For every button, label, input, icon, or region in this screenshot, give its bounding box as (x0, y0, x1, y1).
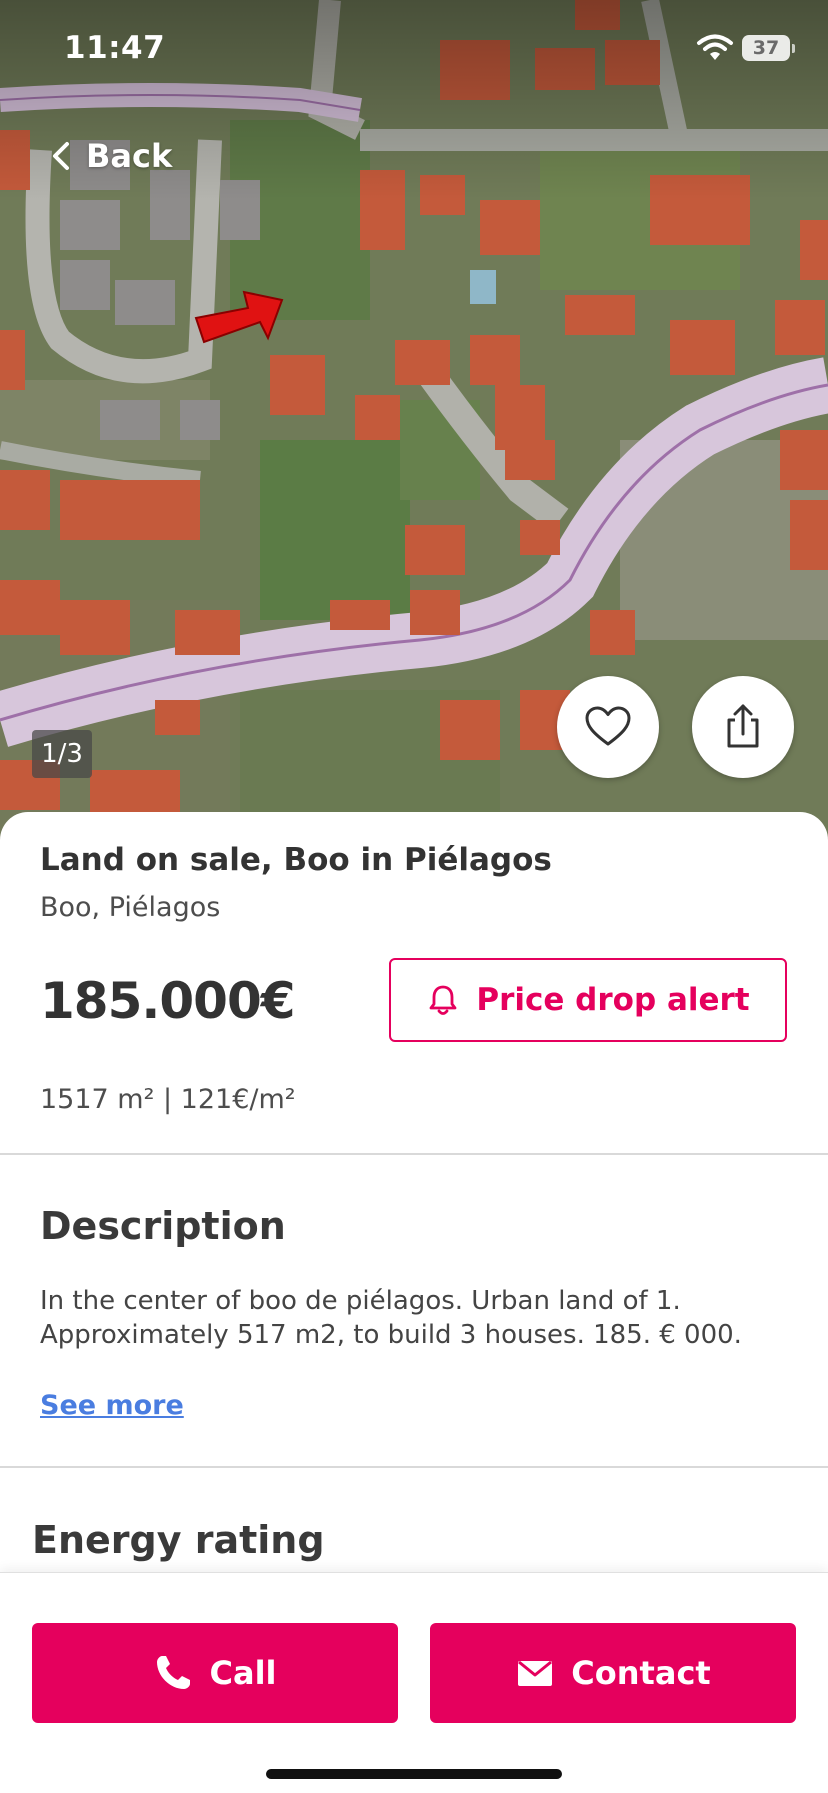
phone-icon (157, 1656, 191, 1689)
battery-icon: 37 (742, 35, 795, 61)
see-more-link[interactable]: See more (40, 1390, 184, 1421)
back-label: Back (86, 137, 173, 175)
listing-price: 185.000€ (40, 972, 296, 1030)
bell-icon (429, 985, 457, 1015)
listing-title: Land on sale, Boo in Piélagos (40, 842, 552, 878)
area-info: 1517 m² | 121€/m² (40, 1084, 296, 1115)
price-drop-alert-label: Price drop alert (476, 982, 750, 1018)
chevron-left-icon (53, 142, 69, 170)
call-button[interactable]: Call (32, 1623, 398, 1723)
call-label: Call (209, 1654, 277, 1692)
description-text: In the center of boo de piélagos. Urban … (40, 1286, 742, 1350)
photo-counter: 1/3 (32, 730, 92, 778)
favorite-button[interactable] (557, 676, 659, 778)
divider (0, 1153, 828, 1155)
property-photo[interactable]: 11:47 37 Back 1/3 (0, 0, 828, 840)
envelope-icon (518, 1660, 553, 1686)
back-button[interactable]: Back (50, 134, 172, 178)
heart-icon (585, 706, 631, 746)
share-icon (727, 704, 759, 748)
contact-button[interactable]: Contact (430, 1623, 796, 1723)
listing-location: Boo, Piélagos (40, 892, 221, 923)
status-time: 11:47 (64, 30, 166, 66)
status-bar: 11:47 37 (0, 0, 828, 100)
price-drop-alert-button[interactable]: Price drop alert (389, 958, 787, 1042)
bottom-action-bar: Call Contact (0, 1572, 828, 1793)
description-heading: Description (40, 1204, 286, 1248)
energy-rating-heading: Energy rating (32, 1518, 325, 1562)
share-button[interactable] (692, 676, 794, 778)
divider (0, 1466, 828, 1468)
contact-label: Contact (571, 1654, 711, 1692)
wifi-icon (697, 34, 733, 60)
home-indicator[interactable] (266, 1769, 562, 1779)
listing-details: Land on sale, Boo in Piélagos Boo, Piéla… (0, 812, 828, 1572)
